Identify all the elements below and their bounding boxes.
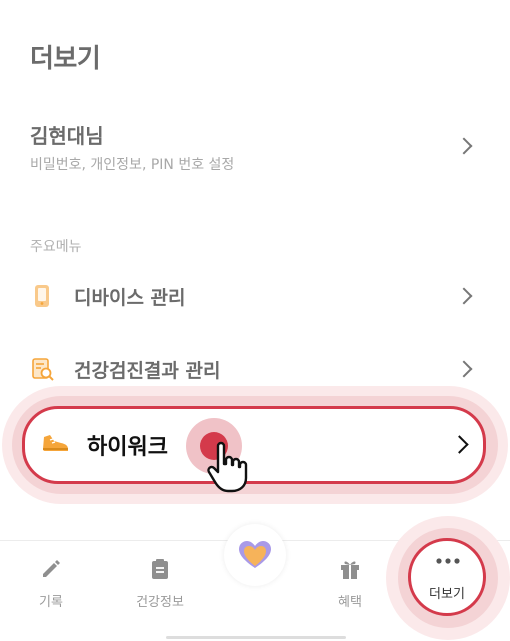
chevron-right-icon [450,435,469,454]
profile-settings-row[interactable]: 김현대님 비밀번호, 개인정보, PIN 번호 설정 [0,110,510,184]
clipboard-icon [152,559,168,579]
report-search-icon [32,358,54,381]
nav-item-benefits[interactable]: 혜택 [305,541,395,631]
menu-item-label: 디바이스 관리 [74,287,186,309]
section-label-main-menu: 주요메뉴 [30,239,82,255]
nav-item-home[interactable] [224,524,286,586]
nav-label: 혜택 [338,595,362,610]
nav-item-more[interactable]: 더보기 [408,538,486,616]
chevron-right-icon [455,360,473,378]
sneaker-icon [43,435,68,451]
chevron-right-icon [455,137,473,155]
nav-label: 건강정보 [136,595,184,610]
menu-item-device-management[interactable]: 디바이스 관리 [0,268,510,324]
profile-name: 김현대님 [30,124,104,148]
pointing-hand-cursor-icon [207,441,248,493]
gift-icon [341,561,359,579]
chevron-right-icon [455,287,473,305]
nav-item-record[interactable]: 기록 [6,541,96,631]
pencil-icon [43,560,60,577]
nav-item-health-info[interactable]: 건강정보 [115,541,205,631]
more-dots-icon [436,558,460,564]
phone-icon [35,285,49,307]
menu-item-label: 하이워크 [87,435,168,460]
heart-icon [239,541,271,568]
nav-label: 기록 [39,595,63,610]
nav-label: 더보기 [429,587,465,602]
profile-subtitle: 비밀번호, 개인정보, PIN 번호 설정 [30,157,235,173]
home-indicator [166,636,346,639]
page-title: 더보기 [30,44,101,74]
menu-item-label: 건강검진결과 관리 [74,360,221,382]
